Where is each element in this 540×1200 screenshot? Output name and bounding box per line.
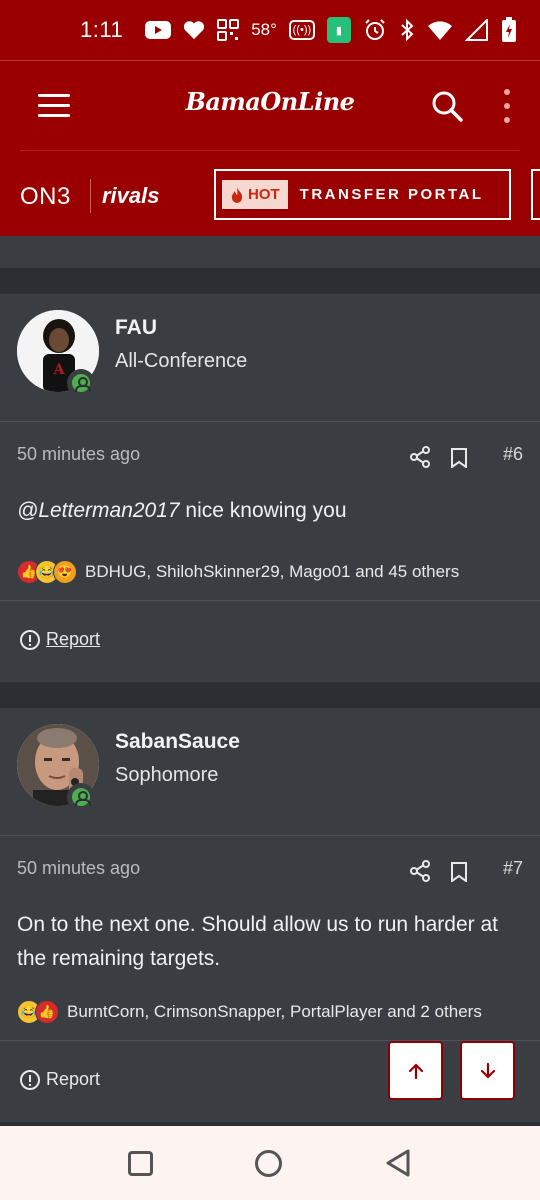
svg-text:A: A (53, 362, 66, 378)
previous-post-footer (0, 236, 540, 268)
site-header: BamaOnLine ON3 rivals HOT TRANSFER PORTA… (0, 60, 540, 236)
reactions-text[interactable]: BurntCorn, CrimsonSnapper, PortalPlayer … (67, 1002, 482, 1022)
report-link[interactable]: Report (20, 629, 100, 650)
like-reaction-icon: 👍 (35, 1000, 59, 1024)
user-title: Sophomore (115, 764, 219, 786)
bookmark-icon[interactable] (450, 862, 468, 882)
status-bar: 1:11 58° ((•)) ▮ (0, 0, 540, 60)
post-separator (0, 268, 540, 294)
report-icon (20, 629, 40, 650)
header-main-row: BamaOnLine (20, 61, 520, 151)
reactions-bar[interactable]: 😂 👍 BurntCorn, CrimsonSnapper, PortalPla… (17, 984, 523, 1040)
post-separator (0, 682, 540, 708)
user-mention[interactable]: @Letterman2017 (17, 499, 180, 522)
on3-logo[interactable]: ON3 (20, 183, 71, 211)
transfer-portal-label: TRANSFER PORTAL (299, 186, 484, 203)
username[interactable]: SabanSauce (115, 730, 240, 754)
scroll-down-button[interactable] (460, 1041, 515, 1100)
post-footer: Report (0, 1040, 540, 1122)
battery-icon (501, 17, 516, 42)
scroll-up-button[interactable] (388, 1041, 443, 1100)
post-author: A FAU All-Conference (0, 294, 540, 422)
post-number[interactable]: #7 (503, 858, 523, 879)
user-title: All-Conference (115, 350, 248, 372)
report-link[interactable]: Report (20, 1069, 100, 1090)
next-nav-item[interactable] (531, 169, 540, 220)
hot-badge-label: HOT (248, 186, 280, 203)
message-text: nice knowing you (179, 499, 347, 522)
rivals-logo[interactable]: rivals (102, 183, 160, 209)
flame-icon (231, 187, 243, 203)
arrow-up-icon (408, 1062, 423, 1079)
thread-content: A FAU All-Conference 50 minutes ago #6 @… (0, 236, 540, 1122)
post-number[interactable]: #6 (503, 444, 523, 465)
transfer-portal-button[interactable]: HOT TRANSFER PORTAL (214, 169, 511, 220)
report-label: Report (46, 1069, 101, 1089)
love-reaction-icon: 😍 (53, 560, 77, 584)
home-button[interactable] (255, 1149, 282, 1177)
post-body: 50 minutes ago #7 On to the next one. Sh… (0, 836, 540, 1040)
signal-icon (464, 19, 488, 41)
report-label: Report (46, 629, 101, 649)
reactions-bar[interactable]: 👍 😂 😍 BDHUG, ShilohSkinner29, Mago01 and… (17, 544, 523, 600)
status-icons: 58° ((•)) ▮ (145, 17, 517, 43)
hot-badge: HOT (222, 180, 288, 209)
youtube-icon (145, 21, 172, 39)
recents-button[interactable] (128, 1150, 153, 1176)
reaction-icons: 😂 👍 (17, 1000, 59, 1024)
post-message: @Letterman2017 nice knowing you (17, 488, 523, 528)
post-meta: 50 minutes ago #6 (17, 422, 523, 488)
share-icon[interactable] (409, 860, 431, 882)
alarm-icon (365, 19, 385, 40)
battery-saver-icon: ▮ (326, 17, 351, 43)
online-status-icon (67, 783, 95, 811)
bookmark-icon[interactable] (450, 448, 468, 468)
share-icon[interactable] (409, 446, 431, 468)
post: SabanSauce Sophomore 50 minutes ago #7 O… (0, 708, 540, 1122)
more-options-icon[interactable] (500, 89, 514, 123)
post-timestamp[interactable]: 50 minutes ago (17, 858, 140, 879)
search-icon[interactable] (430, 89, 464, 123)
header-network-row: ON3 rivals HOT TRANSFER PORTAL (0, 169, 540, 229)
post-meta: 50 minutes ago #7 (17, 836, 523, 902)
post: A FAU All-Conference 50 minutes ago #6 @… (0, 294, 540, 682)
reaction-icons: 👍 😂 😍 (17, 560, 77, 584)
back-button[interactable] (384, 1148, 412, 1178)
report-icon (20, 1069, 40, 1090)
system-nav-bar (0, 1126, 540, 1200)
username[interactable]: FAU (115, 316, 157, 340)
post-message: On to the next one. Should allow us to r… (17, 913, 498, 970)
post-timestamp[interactable]: 50 minutes ago (17, 444, 140, 465)
post-body: 50 minutes ago #6 @Letterman2017 nice kn… (0, 422, 540, 600)
status-time: 1:11 (80, 17, 124, 42)
apps-grid-icon (217, 19, 240, 41)
nav-divider (90, 179, 91, 213)
post-author: SabanSauce Sophomore (0, 708, 540, 836)
wifi-icon (427, 21, 452, 40)
heart-icon (184, 21, 205, 40)
reactions-text[interactable]: BDHUG, ShilohSkinner29, Mago01 and 45 ot… (85, 562, 459, 582)
post-footer: Report (0, 600, 540, 682)
arrow-down-icon (480, 1062, 495, 1079)
online-status-icon (67, 369, 95, 397)
on3-label: ON3 (20, 183, 71, 210)
hotspot-icon: ((•)) (288, 20, 315, 40)
temperature-text: 58° (251, 20, 277, 39)
bluetooth-icon (401, 18, 414, 42)
